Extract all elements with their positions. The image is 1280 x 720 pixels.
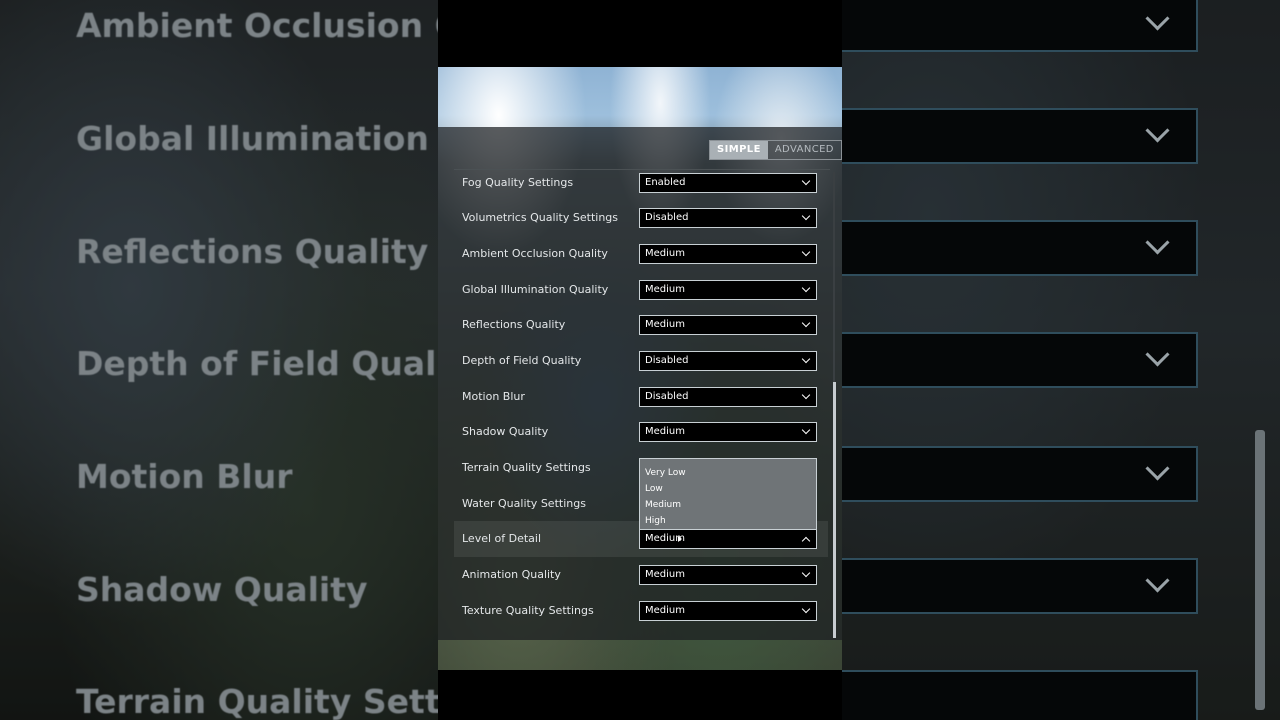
chevron-down-icon bbox=[801, 176, 811, 186]
dropdown-option-very-low[interactable]: Very Low bbox=[640, 465, 816, 481]
chevron-down-icon bbox=[801, 318, 811, 328]
global-illumination-select[interactable]: Medium bbox=[639, 280, 817, 300]
chevron-down-icon bbox=[1145, 118, 1170, 143]
select-value: Medium bbox=[645, 284, 685, 295]
zoom-scrollbar bbox=[1255, 430, 1265, 710]
setting-label: Water Quality Settings bbox=[462, 497, 586, 510]
setting-label: Depth of Field Quality bbox=[462, 354, 582, 367]
setting-row-reflections: Reflections Quality Medium bbox=[438, 307, 828, 343]
setting-row-motion-blur: Motion Blur Disabled bbox=[438, 379, 828, 415]
chevron-down-icon bbox=[801, 211, 811, 221]
chevron-down-icon bbox=[801, 568, 811, 578]
dropdown-option-high[interactable]: High bbox=[640, 513, 816, 529]
zoom-select-box bbox=[842, 446, 1198, 502]
texture-quality-select[interactable]: Medium bbox=[639, 601, 817, 621]
mode-toggle: SIMPLE ADVANCED bbox=[709, 140, 842, 160]
setting-label: Fog Quality Settings bbox=[462, 176, 574, 189]
chevron-up-icon bbox=[801, 536, 811, 546]
volumetrics-quality-select[interactable]: Disabled bbox=[639, 208, 817, 228]
select-value: Medium bbox=[645, 319, 685, 330]
zoom-select-box bbox=[842, 332, 1198, 388]
mouse-cursor-icon bbox=[678, 536, 682, 542]
select-value: Disabled bbox=[645, 391, 689, 402]
chevron-down-icon bbox=[1145, 342, 1170, 367]
setting-label: Reflections Quality bbox=[462, 318, 566, 331]
chevron-down-icon bbox=[801, 283, 811, 293]
select-value: Enabled bbox=[645, 177, 686, 188]
chevron-down-icon bbox=[801, 604, 811, 614]
setting-row-texture: Texture Quality Settings Medium bbox=[438, 593, 828, 629]
dropdown-option-medium[interactable]: Medium bbox=[640, 497, 816, 513]
advanced-tab[interactable]: ADVANCED bbox=[768, 141, 841, 159]
setting-label: Texture Quality Settings bbox=[462, 604, 594, 617]
depth-of-field-select[interactable]: Disabled bbox=[639, 351, 817, 371]
fog-quality-select[interactable]: Enabled bbox=[639, 173, 817, 193]
chevron-down-icon bbox=[1145, 230, 1170, 255]
setting-label: Shadow Quality bbox=[462, 425, 549, 438]
level-of-detail-dropdown: Very Low Low Medium High bbox=[639, 458, 817, 529]
select-value: Medium bbox=[645, 248, 685, 259]
zoom-select-box bbox=[842, 0, 1198, 52]
chevron-down-icon bbox=[801, 425, 811, 435]
setting-row-fog: Fog Quality Settings Enabled bbox=[438, 165, 828, 201]
select-value: Medium bbox=[645, 605, 685, 616]
select-value: Disabled bbox=[645, 355, 689, 366]
chevron-down-icon bbox=[801, 247, 811, 257]
settings-window: SIMPLE ADVANCED Fog Quality Settings Ena… bbox=[438, 0, 842, 720]
setting-row-depth-of-field: Depth of Field Quality Disabled bbox=[438, 343, 828, 379]
setting-label: Global Illumination Quality bbox=[462, 283, 609, 296]
setting-row-animation: Animation Quality Medium bbox=[438, 557, 828, 593]
zoom-label: Motion Blur bbox=[76, 457, 293, 496]
zoom-label: Shadow Quality bbox=[76, 570, 368, 609]
zoom-label: Ambient Occlusion Quality bbox=[76, 6, 438, 45]
zoom-label: Depth of Field Quality bbox=[76, 344, 438, 383]
dropdown-option-low[interactable]: Low bbox=[640, 481, 816, 497]
setting-label: Animation Quality bbox=[462, 568, 561, 581]
setting-row-shadow: Shadow Quality Medium bbox=[438, 414, 828, 450]
scrollbar-thumb[interactable] bbox=[833, 382, 836, 638]
setting-label: Volumetrics Quality Settings bbox=[462, 211, 618, 224]
zoom-label: Reflections Quality bbox=[76, 232, 429, 271]
zoom-select-box bbox=[842, 670, 1198, 720]
setting-row-volumetrics: Volumetrics Quality Settings Disabled bbox=[438, 200, 828, 236]
reflections-quality-select[interactable]: Medium bbox=[639, 315, 817, 335]
level-of-detail-select[interactable]: Medium bbox=[639, 529, 817, 549]
chevron-down-icon bbox=[801, 390, 811, 400]
setting-row-global-illumination: Global Illumination Quality Medium bbox=[438, 272, 828, 308]
select-value: Disabled bbox=[645, 212, 689, 223]
select-value: Medium bbox=[645, 569, 685, 580]
zoom-select-box bbox=[842, 220, 1198, 276]
animation-quality-select[interactable]: Medium bbox=[639, 565, 817, 585]
zoom-label: Global Illumination Quality bbox=[76, 119, 438, 158]
chevron-down-icon bbox=[1145, 568, 1170, 593]
zoom-select-box bbox=[842, 558, 1198, 614]
setting-label: Level of Detail bbox=[462, 532, 542, 545]
shadow-quality-select[interactable]: Medium bbox=[639, 422, 817, 442]
setting-label: Ambient Occlusion Quality bbox=[462, 247, 608, 260]
chevron-down-icon bbox=[1145, 6, 1170, 31]
simple-tab[interactable]: SIMPLE bbox=[710, 141, 768, 159]
zoom-label: Terrain Quality Settings bbox=[76, 682, 438, 720]
zoom-select-box bbox=[842, 108, 1198, 164]
motion-blur-select[interactable]: Disabled bbox=[639, 387, 817, 407]
background-zoom-right bbox=[842, 0, 1280, 720]
setting-label: Terrain Quality Settings bbox=[462, 461, 591, 474]
ambient-occlusion-select[interactable]: Medium bbox=[639, 244, 817, 264]
background-zoom-left: Ambient Occlusion Quality Global Illumin… bbox=[0, 0, 438, 720]
chevron-down-icon bbox=[801, 354, 811, 364]
setting-label: Motion Blur bbox=[462, 390, 525, 403]
setting-row-ambient-occlusion: Ambient Occlusion Quality Medium bbox=[438, 236, 828, 272]
chevron-down-icon bbox=[1145, 456, 1170, 481]
select-value: Medium bbox=[645, 426, 685, 437]
